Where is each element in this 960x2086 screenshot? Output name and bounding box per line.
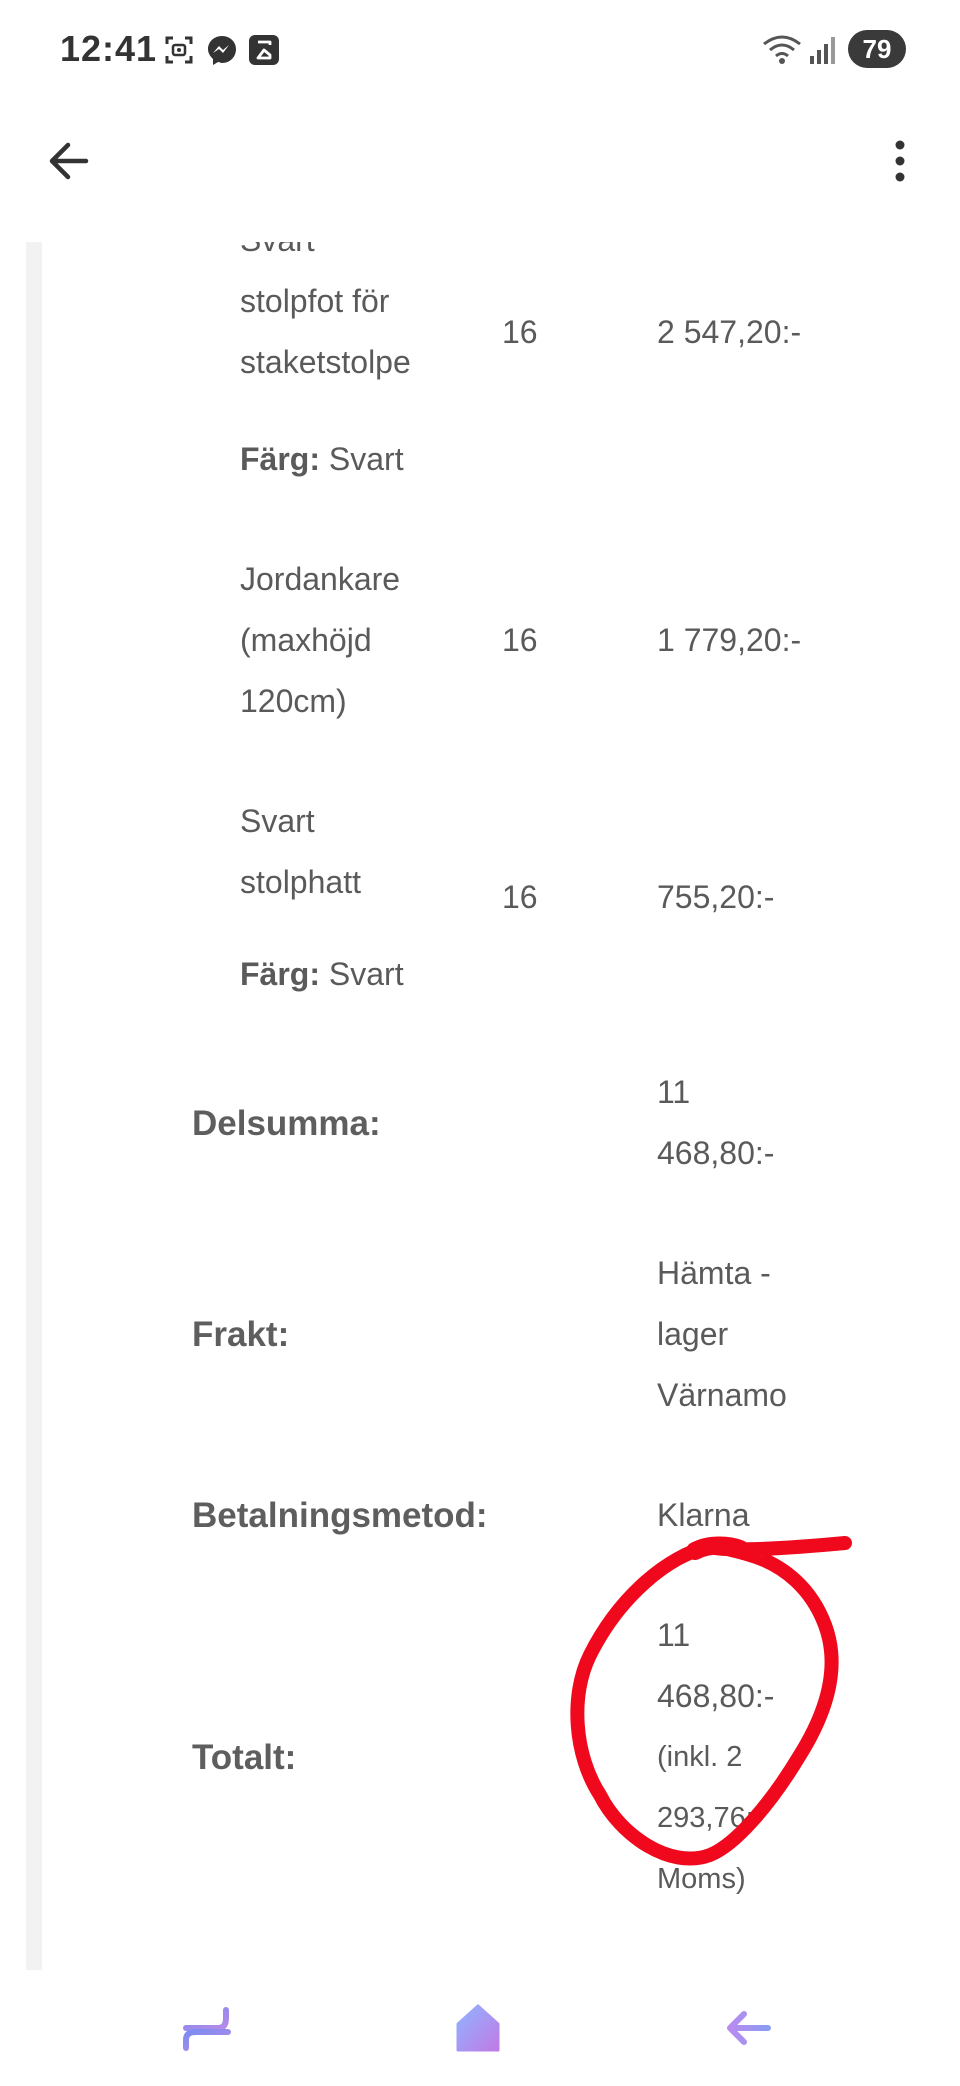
total-value-line-2: 468,80:- [657,1678,775,1714]
item-1-name-line-2: stolpfot för [240,283,390,319]
payment-method-label: Betalningsmetod: [192,1496,488,1535]
total-tax-line-3: Moms) [657,1863,746,1895]
item-3-price: 755,20:- [657,879,775,915]
shipping-value-line-2: lager [657,1316,729,1352]
total-value-line-1: 11 [657,1617,691,1653]
status-bar: 12:41 79 [0,0,960,100]
content-border [26,242,42,1970]
total-tax-line-1: (inkl. 2 [657,1741,743,1773]
item-1-attr-label: Färg: [240,441,320,477]
item-2-name-line-2: (maxhöjd [240,622,372,658]
status-time: 12:41 [60,28,158,69]
item-1-price: 2 547,20:- [657,314,802,350]
shipping-value-line-3: Värnamo [657,1377,787,1413]
system-nav-bar [0,1970,960,2086]
item-2-quantity: 16 [502,622,538,658]
item-1-attribute: Färg: Svart [240,429,540,490]
item-1-quantity: 16 [502,314,538,350]
messenger-icon [208,36,236,65]
order-details[interactable]: Svart stolpfot för staketstolpe 16 2 547… [0,242,960,1970]
item-1-name-line-1: Svart [240,242,460,271]
arrow-left-icon[interactable] [40,136,100,186]
subtotal-label: Delsumma: [192,1104,381,1143]
app-bar [0,110,960,210]
wifi-icon [763,35,801,64]
item-3-name-line-2: stolphatt [240,864,361,900]
subtotal-value-line-2: 468,80:- [657,1135,775,1171]
item-3-name-line-1: Svart [240,803,315,839]
shipping-value-line-1: Hämta - [657,1255,771,1291]
item-3-attr-value: Svart [328,956,404,992]
total-label: Totalt: [192,1738,297,1777]
signal-icon [810,37,835,64]
sigma-icon [249,35,279,65]
item-2-name-line-3: 120cm) [240,683,347,719]
item-2-name-line-1: Jordankare [240,561,401,597]
item-3-quantity: 16 [502,879,538,915]
back-nav-icon[interactable] [718,1998,778,2058]
battery-indicator: 79 [848,30,906,68]
item-3-attribute: Färg: Svart [240,944,540,1005]
item-1-attr-value: Svart [328,441,404,477]
subtotal-value-line-1: 11 [657,1074,691,1110]
home-icon[interactable] [448,1998,508,2058]
item-1-name-line-3: staketstolpe [240,344,411,380]
shipping-label: Frakt: [192,1315,290,1354]
more-vertical-icon[interactable] [882,136,918,186]
payment-method-value: Klarna [657,1497,750,1533]
total-tax-line-2: 293,76:- [657,1802,764,1834]
item-3-attr-label: Färg: [240,956,320,992]
item-2-price: 1 779,20:- [657,622,802,658]
screenshot-icon [165,36,193,64]
recent-apps-icon[interactable] [178,1998,238,2058]
